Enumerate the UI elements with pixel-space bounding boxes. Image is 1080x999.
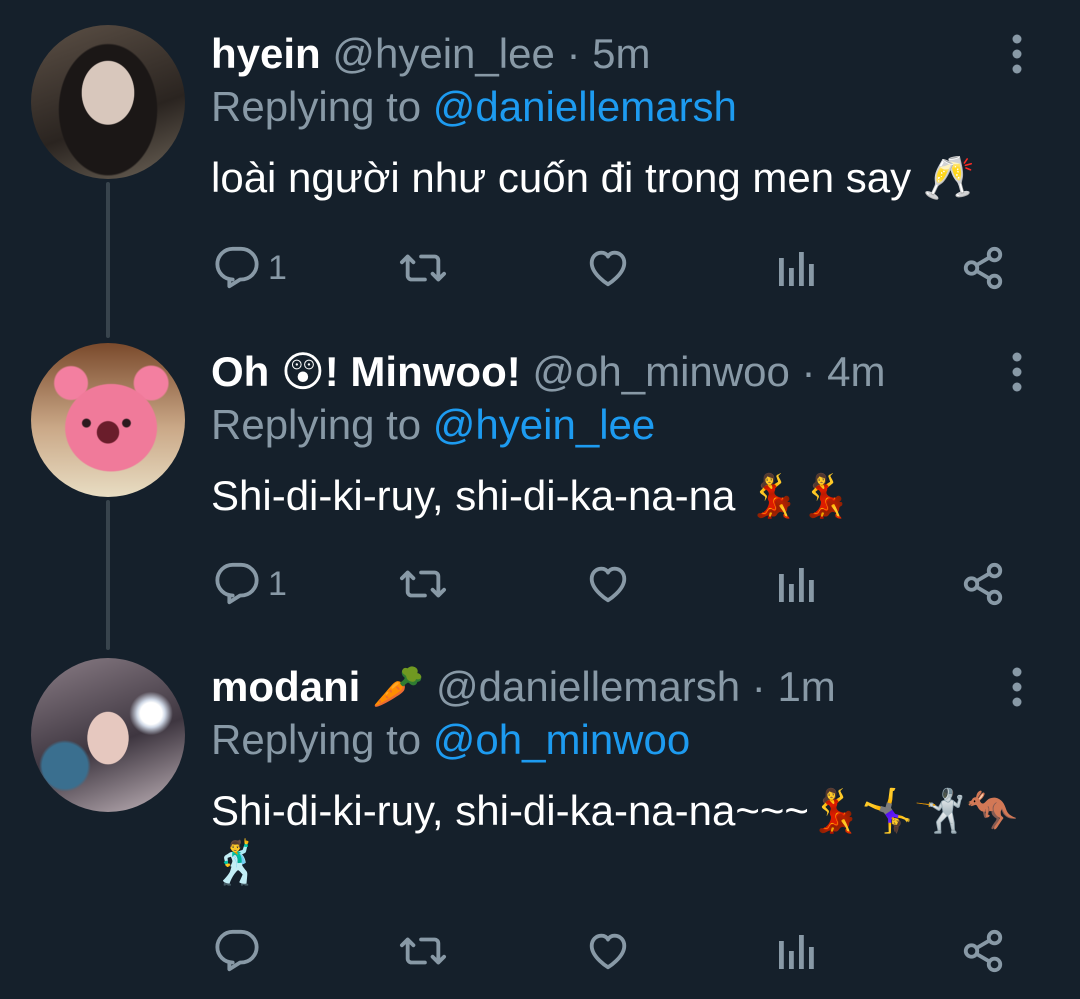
user-handle[interactable]: @oh_minwoo [532, 348, 789, 395]
reply-button[interactable]: 1 [214, 238, 287, 298]
tweet-actions [0, 921, 1080, 981]
more-vertical-icon[interactable] [1000, 32, 1034, 76]
retweet-icon [398, 928, 448, 974]
analytics-icon [777, 931, 817, 971]
timestamp[interactable]: 1m [777, 663, 835, 710]
tweet-header: modani 🥕 @daniellemarsh · 1m [211, 660, 836, 714]
tweet-text: Shi-di-ki-ruy, shi-di-ka-na-na 💃💃 [211, 472, 852, 519]
reply-count: 1 [268, 248, 287, 287]
reply-icon [214, 561, 260, 607]
retweet-icon [398, 245, 448, 291]
replying-to: Replying to @oh_minwoo [211, 713, 690, 767]
share-button[interactable] [960, 921, 1006, 981]
tweet-header: Oh 😲! Minwoo! @oh_minwoo · 4m [211, 345, 886, 399]
share-icon [960, 928, 1006, 974]
display-name[interactable]: Oh 😲! Minwoo! [211, 348, 521, 395]
tweet-actions: 1 [0, 238, 1080, 298]
reply-button[interactable]: 1 [214, 554, 287, 614]
reply-icon [214, 928, 260, 974]
replying-prefix: Replying to [211, 401, 422, 448]
retweet-button[interactable] [398, 554, 448, 614]
separator: · [751, 663, 766, 710]
retweet-button[interactable] [398, 238, 448, 298]
heart-icon [585, 245, 631, 291]
tweet-text: loài người như cuốn đi trong men say 🥂 [211, 154, 976, 201]
tweet-header: hyein @hyein_lee · 5m [211, 27, 651, 81]
replying-prefix: Replying to [211, 716, 422, 763]
separator: · [566, 30, 581, 77]
share-icon [960, 245, 1006, 291]
display-name[interactable]: hyein [211, 30, 321, 77]
heart-icon [585, 561, 631, 607]
more-vertical-icon[interactable] [1000, 350, 1034, 394]
replying-to: Replying to @daniellemarsh [211, 80, 737, 134]
user-handle[interactable]: @hyein_lee [332, 30, 554, 77]
retweet-button[interactable] [398, 921, 448, 981]
views-button[interactable] [777, 238, 817, 298]
tweet[interactable]: Oh 😲! Minwoo! @oh_minwoo · 4m Replying t… [0, 318, 1080, 633]
heart-icon [585, 928, 631, 974]
user-handle[interactable]: @daniellemarsh [436, 663, 740, 710]
share-button[interactable] [960, 554, 1006, 614]
tweet-text: Shi-di-ki-ruy, shi-di-ka-na-na~~~💃🤸‍♀️🤺🦘… [211, 787, 1019, 886]
views-button[interactable] [777, 554, 817, 614]
separator: · [801, 348, 816, 395]
timestamp[interactable]: 5m [592, 30, 650, 77]
timestamp[interactable]: 4m [827, 348, 885, 395]
display-name[interactable]: modani 🥕 [211, 663, 424, 710]
tweet[interactable]: hyein @hyein_lee · 5m Replying to @danie… [0, 0, 1080, 315]
views-button[interactable] [777, 921, 817, 981]
reply-icon [214, 245, 260, 291]
replying-to: Replying to @hyein_lee [211, 398, 655, 452]
analytics-icon [777, 564, 817, 604]
tweet[interactable]: modani 🥕 @daniellemarsh · 1m Replying to… [0, 633, 1080, 999]
tweet-actions: 1 [0, 554, 1080, 614]
more-vertical-icon[interactable] [1000, 665, 1034, 709]
replying-to-handle[interactable]: @daniellemarsh [433, 83, 737, 130]
retweet-icon [398, 561, 448, 607]
avatar[interactable] [31, 658, 185, 812]
replying-to-handle[interactable]: @hyein_lee [433, 401, 655, 448]
like-button[interactable] [585, 921, 631, 981]
reply-button[interactable] [214, 921, 268, 981]
reply-count: 1 [268, 564, 287, 603]
replying-to-handle[interactable]: @oh_minwoo [433, 716, 690, 763]
analytics-icon [777, 248, 817, 288]
replying-prefix: Replying to [211, 83, 422, 130]
avatar[interactable] [31, 25, 185, 179]
share-icon [960, 561, 1006, 607]
like-button[interactable] [585, 238, 631, 298]
share-button[interactable] [960, 238, 1006, 298]
avatar[interactable] [31, 343, 185, 497]
like-button[interactable] [585, 554, 631, 614]
